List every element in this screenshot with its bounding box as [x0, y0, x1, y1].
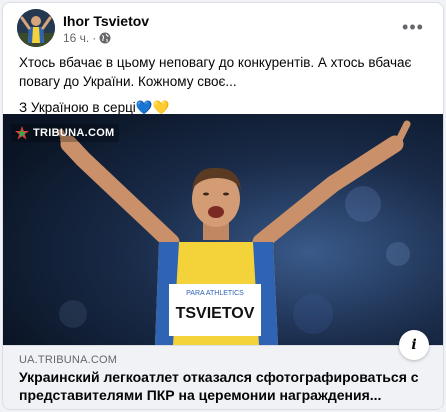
info-button[interactable]: i: [399, 330, 429, 360]
athlete-photo: PARA ATHLETICS TSVIETOV: [3, 114, 443, 345]
link-title[interactable]: Украинский легкоатлет отказался сфотогра…: [19, 368, 419, 404]
info-icon: i: [411, 337, 417, 353]
tribuna-watermark: TRIBUNA.COM: [11, 124, 119, 142]
author-avatar[interactable]: [17, 9, 55, 47]
bib-name-text: TSVIETOV: [176, 305, 255, 322]
post-card: Ihor Tsvietov 16 ч. · ••• Хтось вбачає в…: [2, 2, 444, 410]
link-domain: UA.TRIBUNA.COM: [19, 354, 118, 366]
more-dots-icon: •••: [402, 16, 424, 37]
avatar-image: [17, 9, 55, 47]
watermark-text: TRIBUNA.COM: [33, 127, 115, 139]
bib-top-text: PARA ATHLETICS: [186, 290, 244, 297]
more-options-button[interactable]: •••: [397, 11, 429, 43]
post-text-paragraph-1: Хтось вбачає в цьому неповагу до конкуре…: [19, 55, 412, 89]
link-preview-caption[interactable]: i UA.TRIBUNA.COM Украинский легкоатлет о…: [3, 330, 443, 409]
post-meta: 16 ч. ·: [63, 31, 111, 45]
star-logo-icon: [15, 126, 29, 140]
author-name[interactable]: Ihor Tsvietov: [63, 13, 149, 29]
post-header: Ihor Tsvietov 16 ч. · •••: [17, 9, 431, 49]
public-globe-icon[interactable]: [99, 32, 111, 44]
link-preview-image[interactable]: PARA ATHLETICS TSVIETOV TRIBUNA.COM: [3, 114, 443, 345]
post-time[interactable]: 16 ч.: [63, 31, 89, 45]
meta-separator: ·: [92, 31, 97, 45]
